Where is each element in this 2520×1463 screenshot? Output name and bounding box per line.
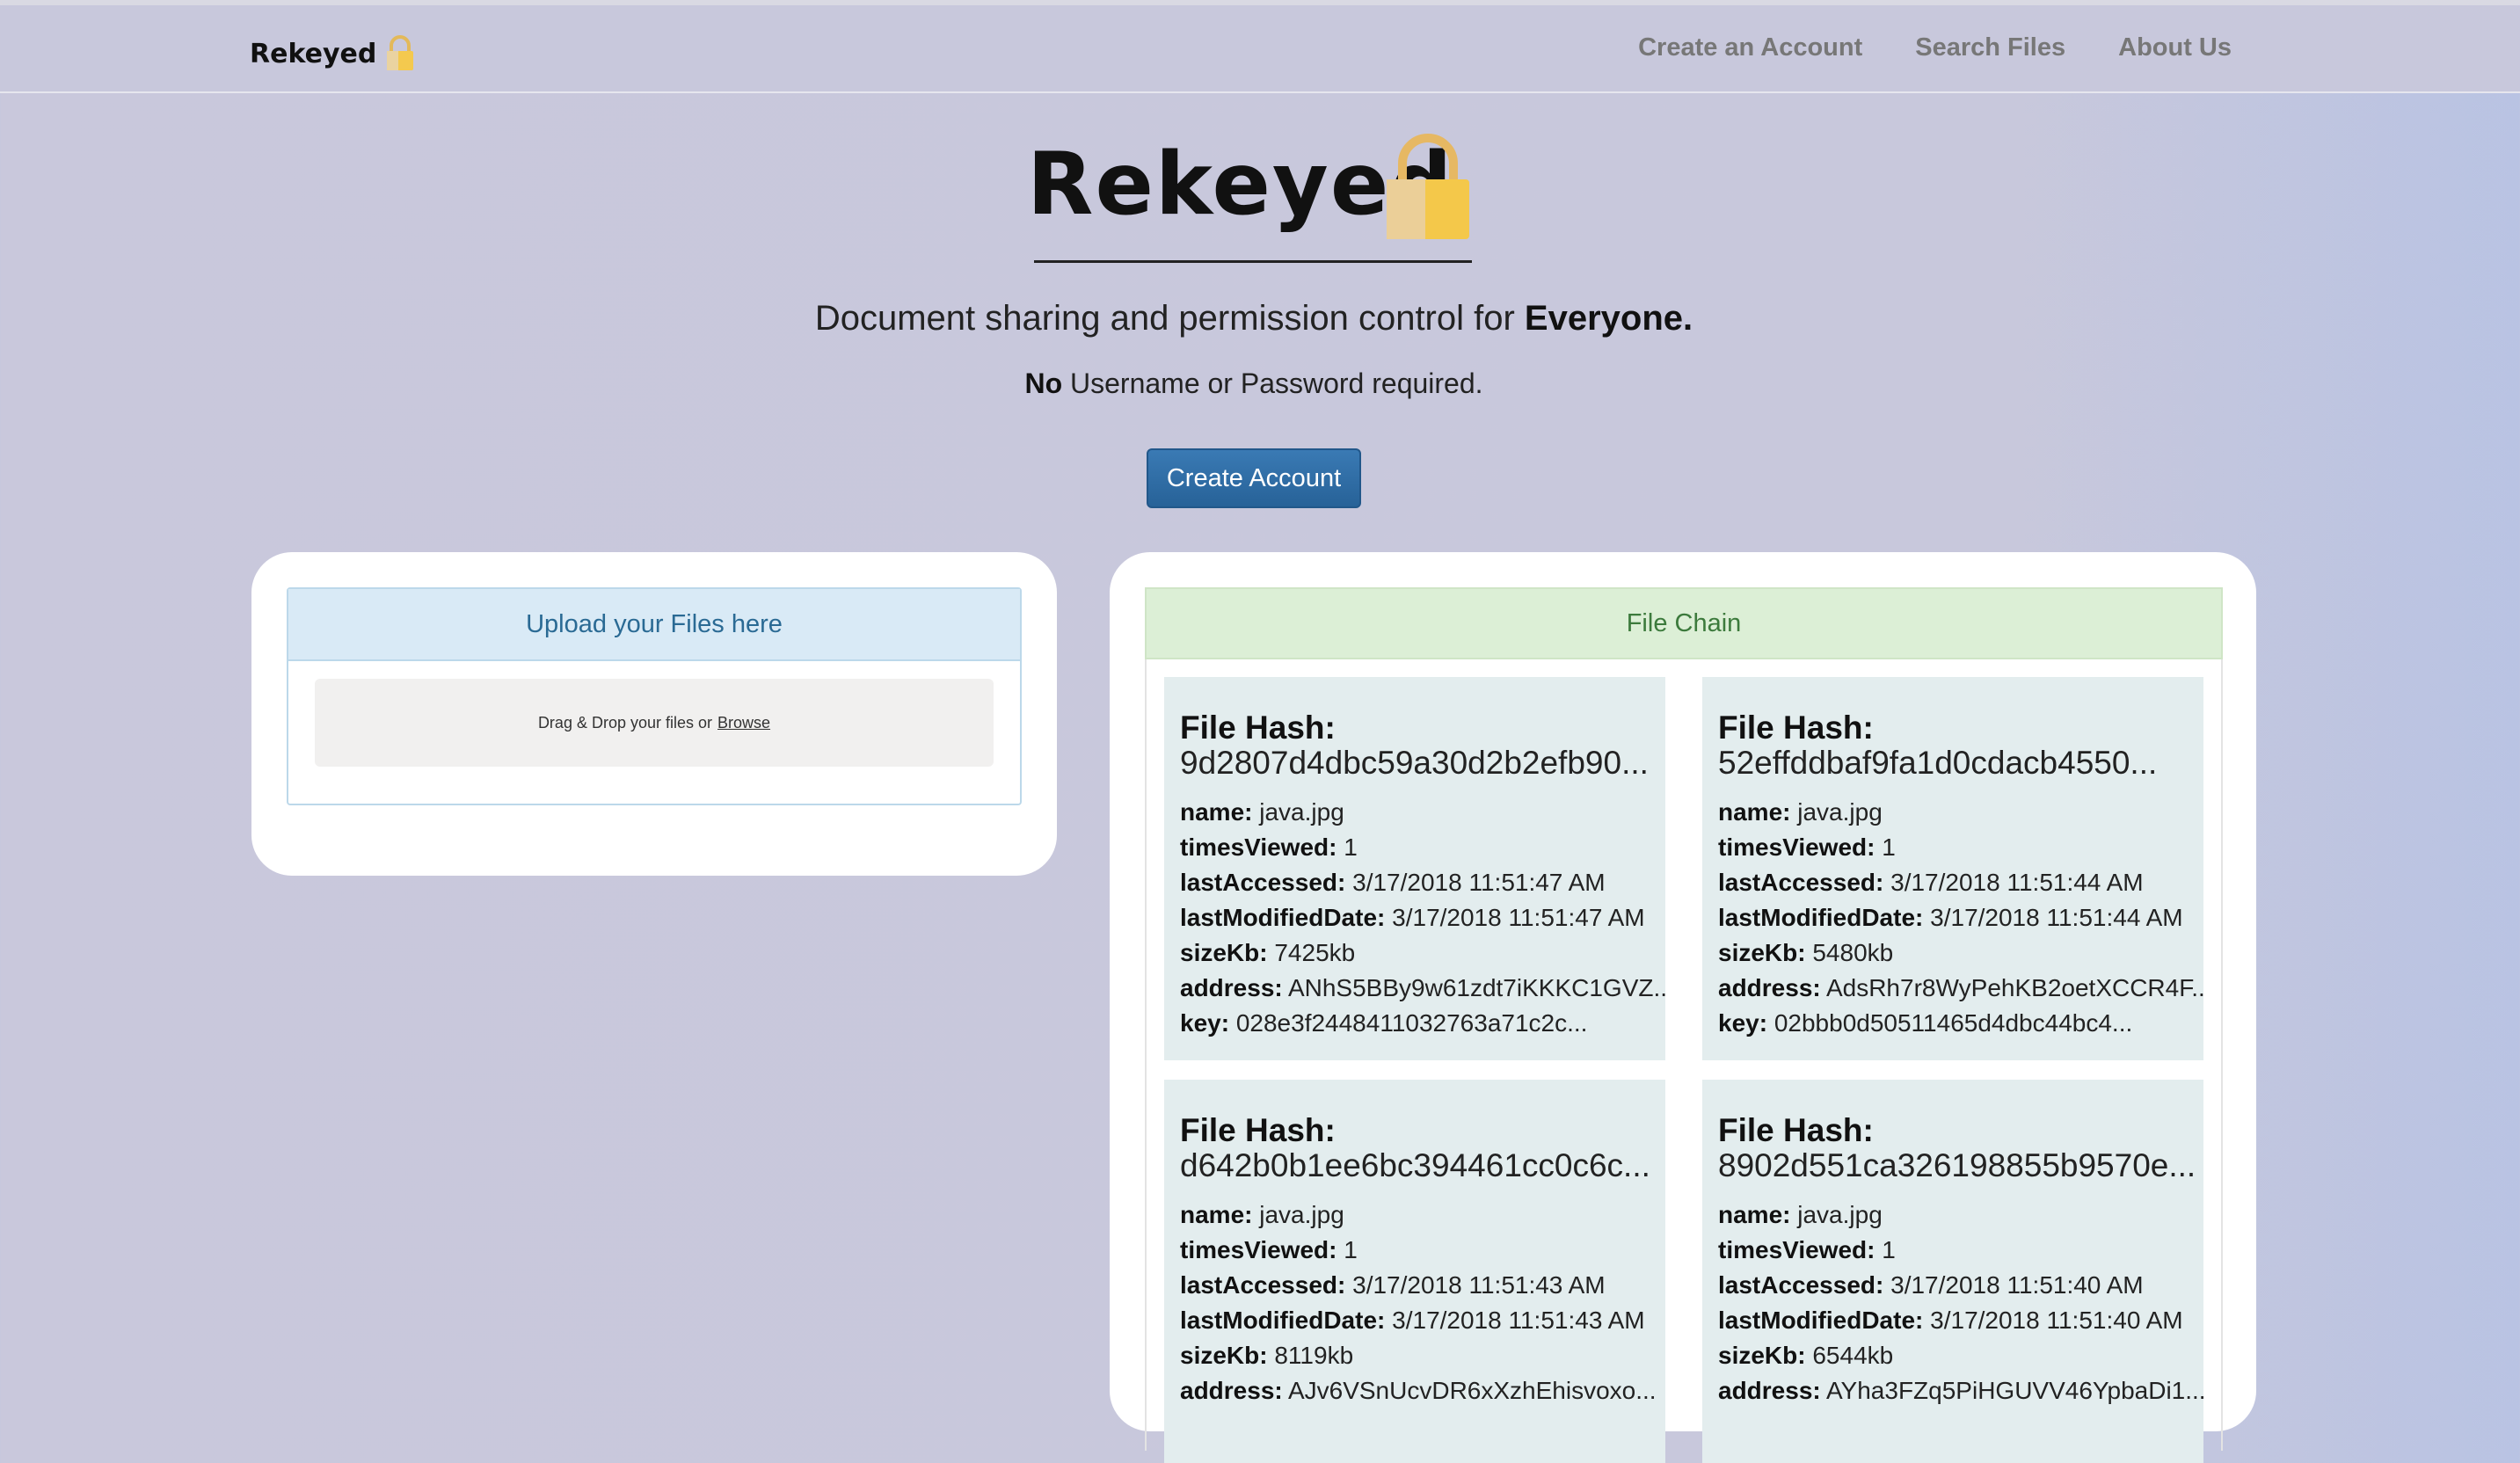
- last-modified-date: 3/17/2018 11:51:43 AM: [1392, 1307, 1645, 1334]
- file-chain-list: File Hash: 9d2807d4dbc59a30d2b2efb90... …: [1145, 659, 2223, 1463]
- nav-search-files[interactable]: Search Files: [1915, 33, 2065, 62]
- size-kb: 8119kb: [1274, 1342, 1354, 1369]
- field-label: lastModifiedDate:: [1718, 904, 1924, 931]
- address: AYha3FZq5PiHGUVV46YpbaDi1...: [1825, 1377, 2203, 1404]
- padlock-icon: [385, 35, 415, 72]
- file-hash-label: File Hash:: [1180, 1112, 1336, 1148]
- subline-text: Username or Password required.: [1070, 368, 1483, 399]
- brand-name: Rekeyed: [250, 38, 377, 69]
- times-viewed: 1: [1882, 1236, 1896, 1263]
- field-label: lastModifiedDate:: [1180, 904, 1386, 931]
- last-accessed: 3/17/2018 11:51:43 AM: [1352, 1271, 1606, 1299]
- file-hash-value: 8902d551ca326198855b9570e...: [1718, 1147, 2196, 1183]
- key: 02bbb0d50511465d4dbc44bc4...: [1773, 1009, 2133, 1037]
- field-label: name:: [1718, 1201, 1791, 1228]
- nav-create-account[interactable]: Create an Account: [1638, 33, 1862, 62]
- field-label: timesViewed:: [1180, 833, 1337, 861]
- file-hash-label: File Hash:: [1718, 1112, 1874, 1148]
- subline: No Username or Password required.: [0, 368, 2508, 400]
- address: ANhS5BBy9w61zdt7iKKKC1GVZ...: [1287, 974, 1665, 1001]
- times-viewed: 1: [1344, 833, 1358, 861]
- field-label: address:: [1180, 1377, 1283, 1404]
- dropzone-text: Drag & Drop your files or: [537, 713, 713, 732]
- last-modified-date: 3/17/2018 11:51:40 AM: [1930, 1307, 2183, 1334]
- field-label: lastAccessed:: [1718, 1271, 1884, 1299]
- field-label: sizeKb:: [1180, 1342, 1268, 1369]
- field-label: timesViewed:: [1718, 833, 1875, 861]
- times-viewed: 1: [1882, 833, 1896, 861]
- tagline: Document sharing and permission control …: [0, 299, 2508, 338]
- hero-logo: Rekeyed: [1027, 132, 1475, 239]
- field-label: name:: [1180, 1201, 1253, 1228]
- field-label: timesViewed:: [1180, 1236, 1337, 1263]
- last-modified-date: 3/17/2018 11:51:44 AM: [1930, 904, 2183, 931]
- browse-link[interactable]: Browse: [717, 714, 770, 732]
- nav-links: Create an Account Search Files About Us: [1638, 33, 2232, 62]
- file-dropzone[interactable]: Drag & Drop your files or Browse: [315, 679, 994, 767]
- file-hash-label: File Hash:: [1718, 710, 1874, 746]
- navbar: Rekeyed Create an Account Search Files A…: [0, 5, 2520, 93]
- file-card[interactable]: File Hash: 8902d551ca326198855b9570e... …: [1702, 1080, 2203, 1463]
- file-chain-heading: File Chain: [1145, 587, 2223, 659]
- size-kb: 6544kb: [1812, 1342, 1894, 1369]
- field-label: key:: [1718, 1009, 1768, 1037]
- tagline-emphasis: Everyone.: [1524, 299, 1693, 338]
- size-kb: 5480kb: [1812, 939, 1894, 966]
- last-accessed: 3/17/2018 11:51:44 AM: [1890, 869, 2144, 896]
- upload-card: Upload your Files here Drag & Drop your …: [251, 552, 1057, 876]
- hero-underline: [1034, 260, 1472, 263]
- field-label: sizeKb:: [1718, 1342, 1806, 1369]
- field-label: address:: [1718, 974, 1821, 1001]
- padlock-icon: [1383, 132, 1473, 247]
- file-card[interactable]: File Hash: 52effddbaf9fa1d0cdacb4550... …: [1702, 677, 2203, 1060]
- file-chain-card: File Chain File Hash: 9d2807d4dbc59a30d2…: [1110, 552, 2256, 1463]
- tagline-text: Document sharing and permission control …: [814, 299, 1515, 338]
- times-viewed: 1: [1344, 1236, 1358, 1263]
- field-label: name:: [1180, 798, 1253, 826]
- file-hash-value: d642b0b1ee6bc394461cc0c6c...: [1180, 1147, 1650, 1183]
- field-label: key:: [1180, 1009, 1230, 1037]
- upload-heading: Upload your Files here: [288, 589, 1020, 661]
- field-label: sizeKb:: [1718, 939, 1806, 966]
- create-account-button[interactable]: Create Account: [1147, 448, 1361, 508]
- file-name: java.jpg: [1259, 798, 1344, 826]
- brand-link[interactable]: Rekeyed: [250, 32, 415, 76]
- field-label: address:: [1718, 1377, 1821, 1404]
- address: AdsRh7r8WyPehKB2oetXCCR4F...: [1825, 974, 2203, 1001]
- file-name: java.jpg: [1797, 798, 1883, 826]
- file-card[interactable]: File Hash: 9d2807d4dbc59a30d2b2efb90... …: [1164, 677, 1665, 1060]
- size-kb: 7425kb: [1274, 939, 1356, 966]
- last-accessed: 3/17/2018 11:51:40 AM: [1890, 1271, 2144, 1299]
- field-label: sizeKb:: [1180, 939, 1268, 966]
- field-label: lastModifiedDate:: [1180, 1307, 1386, 1334]
- file-name: java.jpg: [1797, 1201, 1883, 1228]
- address: AJv6VSnUcvDR6xXzhEhisvoxo...: [1287, 1377, 1657, 1404]
- upload-panel: Upload your Files here Drag & Drop your …: [287, 587, 1022, 805]
- file-card[interactable]: File Hash: d642b0b1ee6bc394461cc0c6c... …: [1164, 1080, 1665, 1463]
- field-label: address:: [1180, 974, 1283, 1001]
- nav-about-us[interactable]: About Us: [2118, 33, 2232, 62]
- field-label: lastModifiedDate:: [1718, 1307, 1924, 1334]
- file-hash-value: 52effddbaf9fa1d0cdacb4550...: [1718, 745, 2158, 781]
- key: 028e3f2448411032763a71c2c...: [1235, 1009, 1588, 1037]
- subline-emphasis: No: [1024, 368, 1063, 399]
- file-name: java.jpg: [1259, 1201, 1344, 1228]
- last-modified-date: 3/17/2018 11:51:47 AM: [1392, 904, 1645, 931]
- field-label: timesViewed:: [1718, 1236, 1875, 1263]
- file-hash-value: 9d2807d4dbc59a30d2b2efb90...: [1180, 745, 1649, 781]
- field-label: lastAccessed:: [1180, 869, 1346, 896]
- field-label: lastAccessed:: [1718, 869, 1884, 896]
- file-hash-label: File Hash:: [1180, 710, 1336, 746]
- last-accessed: 3/17/2018 11:51:47 AM: [1352, 869, 1606, 896]
- field-label: name:: [1718, 798, 1791, 826]
- field-label: lastAccessed:: [1180, 1271, 1346, 1299]
